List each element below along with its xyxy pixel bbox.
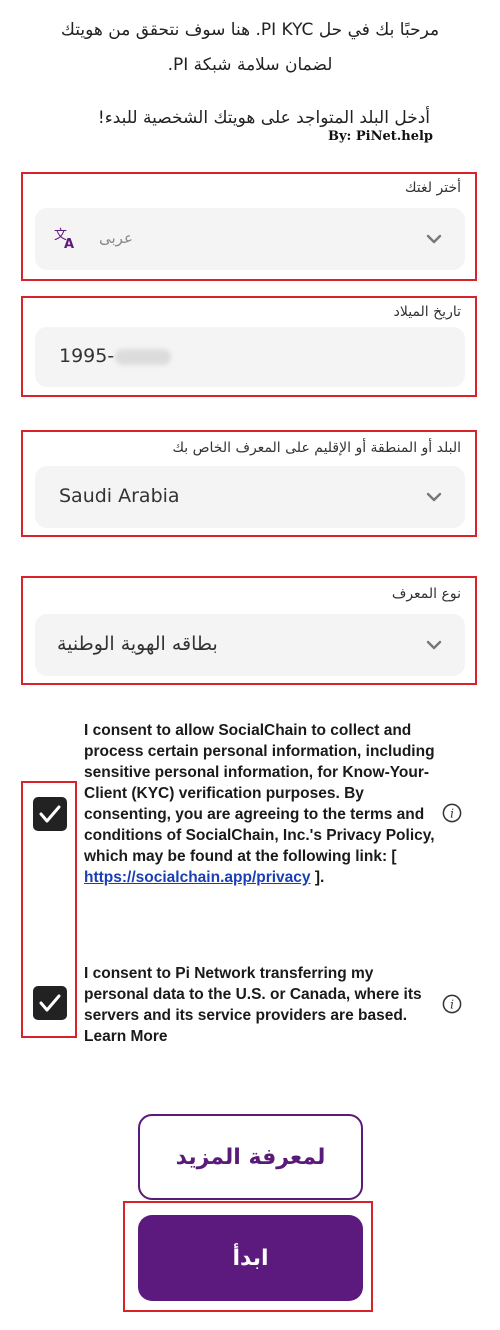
id-type-label: نوع المعرف bbox=[391, 586, 461, 602]
credit-text: By: PiNet.help bbox=[328, 129, 434, 144]
consent-1-body: I consent to allow SocialChain to collec… bbox=[84, 722, 435, 865]
start-button[interactable]: ابدأ bbox=[138, 1215, 363, 1301]
dob-redacted bbox=[115, 349, 171, 365]
language-section: أختر لغتك 文 A عربى bbox=[21, 172, 477, 281]
id-type-select[interactable]: بطاقه الهوية الوطنية bbox=[35, 614, 465, 676]
info-icon[interactable]: i bbox=[442, 803, 462, 823]
svg-text:i: i bbox=[450, 807, 454, 821]
country-label: البلد أو المنطقة أو الإقليم على المعرف ا… bbox=[172, 440, 461, 456]
intro-line-3: !أدخل البلد المتواجد على هويتك الشخصية ل… bbox=[97, 108, 430, 128]
language-value: عربى bbox=[99, 229, 133, 247]
consent-text-2: I consent to Pi Network transferring my … bbox=[84, 965, 422, 1045]
consent-text-1: I consent to allow SocialChain to collec… bbox=[84, 720, 436, 888]
dob-label: تاريخ الميلاد bbox=[393, 304, 461, 320]
country-value: Saudi Arabia bbox=[59, 485, 180, 507]
svg-text:A: A bbox=[64, 237, 74, 250]
checkmark-icon bbox=[39, 805, 61, 823]
learn-more-button[interactable]: لمعرفة المزيد bbox=[138, 1114, 363, 1200]
id-type-value: بطاقه الهوية الوطنية bbox=[57, 633, 218, 655]
chevron-down-icon bbox=[426, 492, 442, 502]
language-select[interactable]: 文 A عربى bbox=[35, 208, 465, 270]
intro-line-2: .PI لضمان سلامة شبكة bbox=[167, 55, 333, 75]
language-label: أختر لغتك bbox=[405, 180, 461, 196]
checkmark-icon bbox=[39, 994, 61, 1012]
id-type-section: نوع المعرف بطاقه الهوية الوطنية bbox=[21, 576, 477, 685]
consent-1-suffix: ]. bbox=[310, 869, 325, 886]
intro-line-1: هنا سوف نتحقق من هويتك .PI KYC مرحبًا بك… bbox=[60, 20, 440, 40]
dob-input[interactable]: 1995- bbox=[35, 327, 465, 387]
dob-section: تاريخ الميلاد 1995- bbox=[21, 296, 477, 397]
translate-icon: 文 A bbox=[53, 226, 77, 254]
consent-checkbox-2[interactable] bbox=[33, 986, 67, 1020]
info-icon[interactable]: i bbox=[442, 994, 462, 1014]
chevron-down-icon bbox=[426, 234, 442, 244]
svg-text:i: i bbox=[450, 998, 454, 1012]
privacy-link[interactable]: https://socialchain.app/privacy bbox=[84, 869, 311, 886]
country-section: البلد أو المنطقة أو الإقليم على المعرف ا… bbox=[21, 430, 477, 537]
dob-value: 1995- bbox=[59, 345, 115, 367]
country-select[interactable]: Saudi Arabia bbox=[35, 466, 465, 528]
consent-checkbox-1[interactable] bbox=[33, 797, 67, 831]
chevron-down-icon bbox=[426, 640, 442, 650]
